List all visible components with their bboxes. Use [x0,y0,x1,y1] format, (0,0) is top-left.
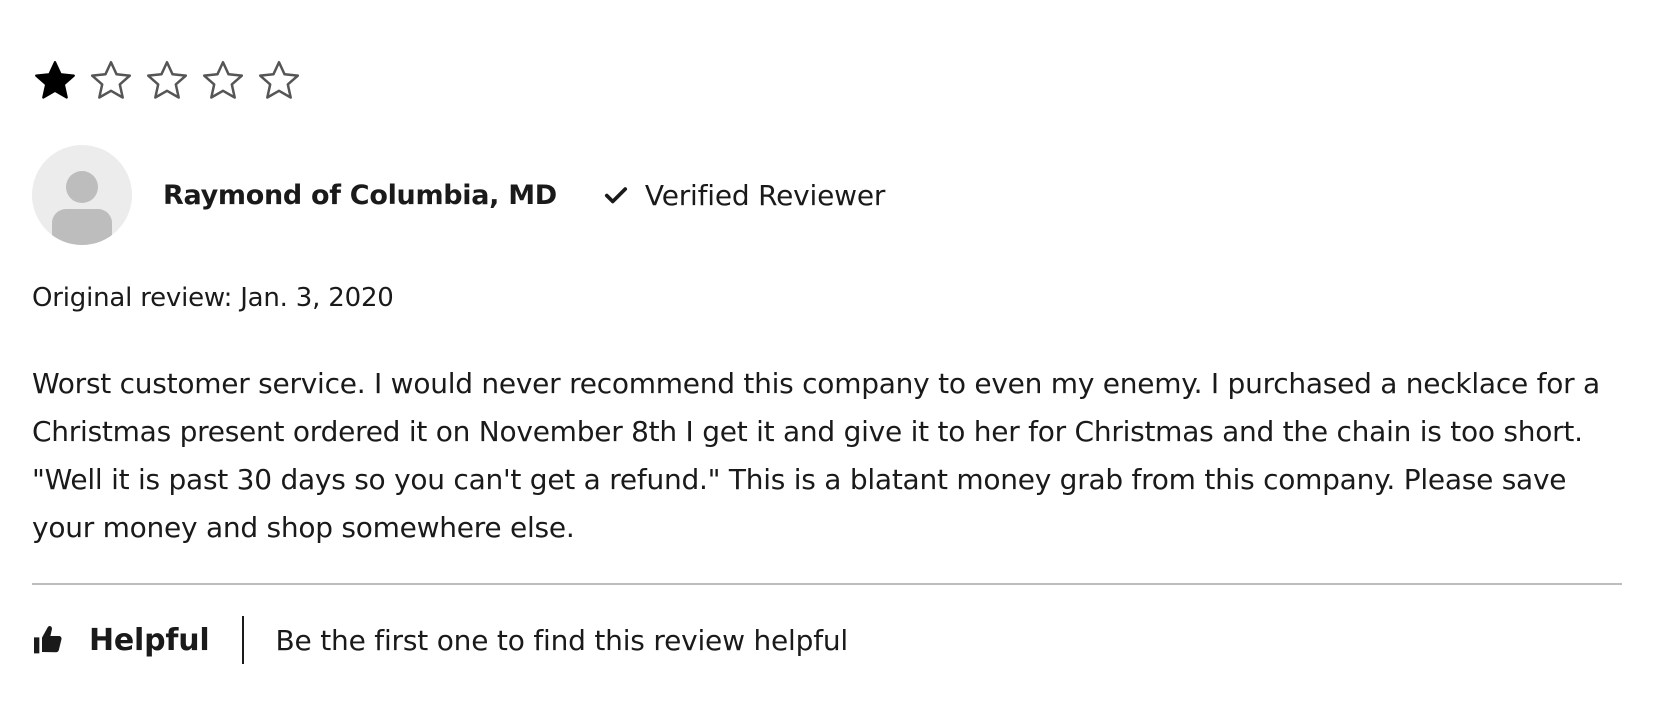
review-date: Original review: Jan. 3, 2020 [32,283,394,313]
verified-badge: Verified Reviewer [603,179,885,212]
helpful-button[interactable]: Helpful [32,623,210,658]
star-filled-icon [32,58,78,104]
star-outline-icon [144,58,190,104]
star-outline-icon [256,58,302,104]
review-card: Raymond of Columbia, MD Verified Reviewe… [32,0,1622,720]
star-rating [32,58,302,104]
thumbs-up-icon [32,624,64,656]
verified-label: Verified Reviewer [644,178,886,212]
star-outline-icon [88,58,134,104]
default-avatar-icon [32,145,132,245]
vertical-separator [241,616,244,664]
checkmark-icon [603,182,629,208]
helpful-prompt: Be the first one to find this review hel… [275,623,849,657]
reviewer-name: Raymond of Columbia, MD [163,179,557,211]
helpful-label: Helpful [89,622,210,658]
star-outline-icon [200,58,246,104]
reviewer-header: Raymond of Columbia, MD Verified Reviewe… [32,145,885,245]
divider [32,583,1622,585]
avatar-torso [52,209,112,245]
helpful-row: Helpful Be the first one to find this re… [32,615,848,665]
avatar-head [66,171,98,203]
review-body: Worst customer service. I would never re… [32,367,1600,544]
